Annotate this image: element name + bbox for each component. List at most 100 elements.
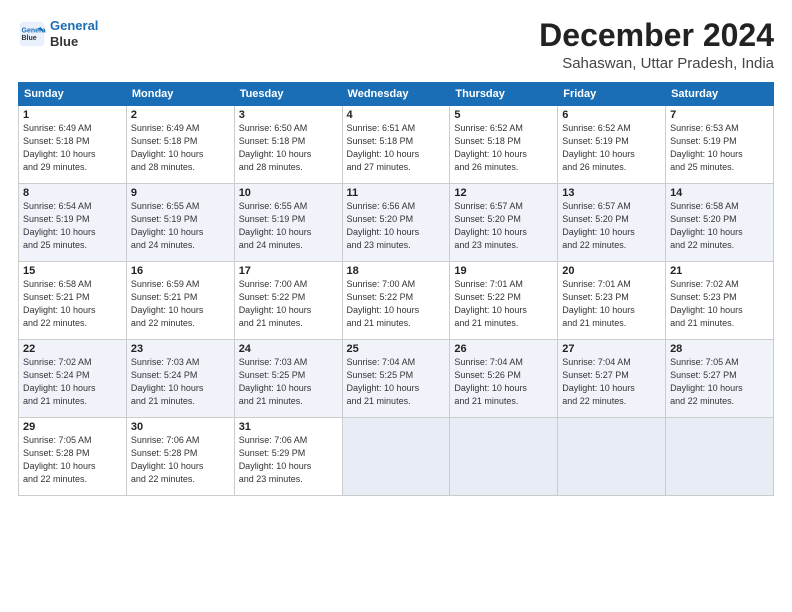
- day-number: 1: [23, 109, 122, 121]
- month-title: December 2024: [539, 18, 774, 53]
- week-row-1: 1Sunrise: 6:49 AM Sunset: 5:18 PM Daylig…: [19, 106, 774, 184]
- day-info: Sunrise: 6:58 AM Sunset: 5:21 PM Dayligh…: [23, 278, 122, 330]
- day-number: 8: [23, 187, 122, 199]
- calendar-cell: 18Sunrise: 7:00 AM Sunset: 5:22 PM Dayli…: [342, 262, 450, 340]
- calendar-cell: 22Sunrise: 7:02 AM Sunset: 5:24 PM Dayli…: [19, 340, 127, 418]
- day-info: Sunrise: 6:55 AM Sunset: 5:19 PM Dayligh…: [239, 200, 338, 252]
- calendar-cell: 23Sunrise: 7:03 AM Sunset: 5:24 PM Dayli…: [126, 340, 234, 418]
- col-header-friday: Friday: [558, 83, 666, 106]
- day-info: Sunrise: 7:03 AM Sunset: 5:25 PM Dayligh…: [239, 356, 338, 408]
- calendar-cell: 11Sunrise: 6:56 AM Sunset: 5:20 PM Dayli…: [342, 184, 450, 262]
- week-row-3: 15Sunrise: 6:58 AM Sunset: 5:21 PM Dayli…: [19, 262, 774, 340]
- day-info: Sunrise: 7:01 AM Sunset: 5:22 PM Dayligh…: [454, 278, 553, 330]
- location-title: Sahaswan, Uttar Pradesh, India: [539, 55, 774, 72]
- day-number: 24: [239, 343, 338, 355]
- calendar-cell: 20Sunrise: 7:01 AM Sunset: 5:23 PM Dayli…: [558, 262, 666, 340]
- calendar-cell: 7Sunrise: 6:53 AM Sunset: 5:19 PM Daylig…: [666, 106, 774, 184]
- col-header-wednesday: Wednesday: [342, 83, 450, 106]
- day-number: 18: [347, 265, 446, 277]
- col-header-sunday: Sunday: [19, 83, 127, 106]
- day-info: Sunrise: 7:01 AM Sunset: 5:23 PM Dayligh…: [562, 278, 661, 330]
- calendar-cell: 14Sunrise: 6:58 AM Sunset: 5:20 PM Dayli…: [666, 184, 774, 262]
- day-number: 12: [454, 187, 553, 199]
- day-number: 2: [131, 109, 230, 121]
- calendar-cell: 12Sunrise: 6:57 AM Sunset: 5:20 PM Dayli…: [450, 184, 558, 262]
- day-number: 30: [131, 421, 230, 433]
- day-info: Sunrise: 7:02 AM Sunset: 5:23 PM Dayligh…: [670, 278, 769, 330]
- day-info: Sunrise: 6:57 AM Sunset: 5:20 PM Dayligh…: [562, 200, 661, 252]
- calendar-cell: 15Sunrise: 6:58 AM Sunset: 5:21 PM Dayli…: [19, 262, 127, 340]
- day-info: Sunrise: 7:05 AM Sunset: 5:28 PM Dayligh…: [23, 434, 122, 486]
- calendar-cell: 24Sunrise: 7:03 AM Sunset: 5:25 PM Dayli…: [234, 340, 342, 418]
- day-info: Sunrise: 6:56 AM Sunset: 5:20 PM Dayligh…: [347, 200, 446, 252]
- day-number: 27: [562, 343, 661, 355]
- day-info: Sunrise: 7:06 AM Sunset: 5:29 PM Dayligh…: [239, 434, 338, 486]
- calendar-cell: 13Sunrise: 6:57 AM Sunset: 5:20 PM Dayli…: [558, 184, 666, 262]
- calendar-cell: [558, 418, 666, 496]
- day-number: 11: [347, 187, 446, 199]
- calendar-cell: 6Sunrise: 6:52 AM Sunset: 5:19 PM Daylig…: [558, 106, 666, 184]
- calendar-cell: [666, 418, 774, 496]
- calendar-cell: [342, 418, 450, 496]
- day-info: Sunrise: 6:54 AM Sunset: 5:19 PM Dayligh…: [23, 200, 122, 252]
- day-info: Sunrise: 7:05 AM Sunset: 5:27 PM Dayligh…: [670, 356, 769, 408]
- day-info: Sunrise: 6:57 AM Sunset: 5:20 PM Dayligh…: [454, 200, 553, 252]
- calendar-cell: 30Sunrise: 7:06 AM Sunset: 5:28 PM Dayli…: [126, 418, 234, 496]
- day-number: 14: [670, 187, 769, 199]
- logo-text: GeneralBlue: [50, 18, 98, 49]
- day-info: Sunrise: 6:58 AM Sunset: 5:20 PM Dayligh…: [670, 200, 769, 252]
- col-header-thursday: Thursday: [450, 83, 558, 106]
- day-number: 6: [562, 109, 661, 121]
- calendar-cell: 8Sunrise: 6:54 AM Sunset: 5:19 PM Daylig…: [19, 184, 127, 262]
- day-number: 17: [239, 265, 338, 277]
- day-number: 7: [670, 109, 769, 121]
- day-info: Sunrise: 6:51 AM Sunset: 5:18 PM Dayligh…: [347, 122, 446, 174]
- day-number: 9: [131, 187, 230, 199]
- day-number: 10: [239, 187, 338, 199]
- day-info: Sunrise: 7:00 AM Sunset: 5:22 PM Dayligh…: [239, 278, 338, 330]
- day-number: 13: [562, 187, 661, 199]
- calendar-table: SundayMondayTuesdayWednesdayThursdayFrid…: [18, 82, 774, 496]
- calendar-cell: 27Sunrise: 7:04 AM Sunset: 5:27 PM Dayli…: [558, 340, 666, 418]
- week-row-2: 8Sunrise: 6:54 AM Sunset: 5:19 PM Daylig…: [19, 184, 774, 262]
- calendar-cell: 19Sunrise: 7:01 AM Sunset: 5:22 PM Dayli…: [450, 262, 558, 340]
- day-info: Sunrise: 7:04 AM Sunset: 5:27 PM Dayligh…: [562, 356, 661, 408]
- day-info: Sunrise: 7:06 AM Sunset: 5:28 PM Dayligh…: [131, 434, 230, 486]
- day-info: Sunrise: 7:04 AM Sunset: 5:25 PM Dayligh…: [347, 356, 446, 408]
- calendar-cell: 1Sunrise: 6:49 AM Sunset: 5:18 PM Daylig…: [19, 106, 127, 184]
- day-info: Sunrise: 7:00 AM Sunset: 5:22 PM Dayligh…: [347, 278, 446, 330]
- day-info: Sunrise: 6:59 AM Sunset: 5:21 PM Dayligh…: [131, 278, 230, 330]
- header: General Blue GeneralBlue December 2024 S…: [18, 18, 774, 72]
- day-number: 26: [454, 343, 553, 355]
- day-number: 22: [23, 343, 122, 355]
- day-number: 25: [347, 343, 446, 355]
- svg-text:Blue: Blue: [22, 35, 37, 42]
- day-info: Sunrise: 6:53 AM Sunset: 5:19 PM Dayligh…: [670, 122, 769, 174]
- calendar-cell: 4Sunrise: 6:51 AM Sunset: 5:18 PM Daylig…: [342, 106, 450, 184]
- logo: General Blue GeneralBlue: [18, 18, 98, 49]
- calendar-cell: 10Sunrise: 6:55 AM Sunset: 5:19 PM Dayli…: [234, 184, 342, 262]
- logo-icon: General Blue: [18, 20, 46, 48]
- day-info: Sunrise: 7:04 AM Sunset: 5:26 PM Dayligh…: [454, 356, 553, 408]
- calendar-cell: 2Sunrise: 6:49 AM Sunset: 5:18 PM Daylig…: [126, 106, 234, 184]
- calendar-cell: 31Sunrise: 7:06 AM Sunset: 5:29 PM Dayli…: [234, 418, 342, 496]
- day-number: 31: [239, 421, 338, 433]
- day-number: 28: [670, 343, 769, 355]
- day-info: Sunrise: 6:52 AM Sunset: 5:18 PM Dayligh…: [454, 122, 553, 174]
- day-info: Sunrise: 7:02 AM Sunset: 5:24 PM Dayligh…: [23, 356, 122, 408]
- day-number: 23: [131, 343, 230, 355]
- calendar-cell: 26Sunrise: 7:04 AM Sunset: 5:26 PM Dayli…: [450, 340, 558, 418]
- calendar-cell: 28Sunrise: 7:05 AM Sunset: 5:27 PM Dayli…: [666, 340, 774, 418]
- day-number: 3: [239, 109, 338, 121]
- calendar-cell: 5Sunrise: 6:52 AM Sunset: 5:18 PM Daylig…: [450, 106, 558, 184]
- calendar-cell: 21Sunrise: 7:02 AM Sunset: 5:23 PM Dayli…: [666, 262, 774, 340]
- week-row-5: 29Sunrise: 7:05 AM Sunset: 5:28 PM Dayli…: [19, 418, 774, 496]
- calendar-cell: 3Sunrise: 6:50 AM Sunset: 5:18 PM Daylig…: [234, 106, 342, 184]
- day-info: Sunrise: 6:50 AM Sunset: 5:18 PM Dayligh…: [239, 122, 338, 174]
- day-number: 5: [454, 109, 553, 121]
- calendar-cell: 9Sunrise: 6:55 AM Sunset: 5:19 PM Daylig…: [126, 184, 234, 262]
- day-info: Sunrise: 7:03 AM Sunset: 5:24 PM Dayligh…: [131, 356, 230, 408]
- calendar-cell: 17Sunrise: 7:00 AM Sunset: 5:22 PM Dayli…: [234, 262, 342, 340]
- week-row-4: 22Sunrise: 7:02 AM Sunset: 5:24 PM Dayli…: [19, 340, 774, 418]
- day-number: 20: [562, 265, 661, 277]
